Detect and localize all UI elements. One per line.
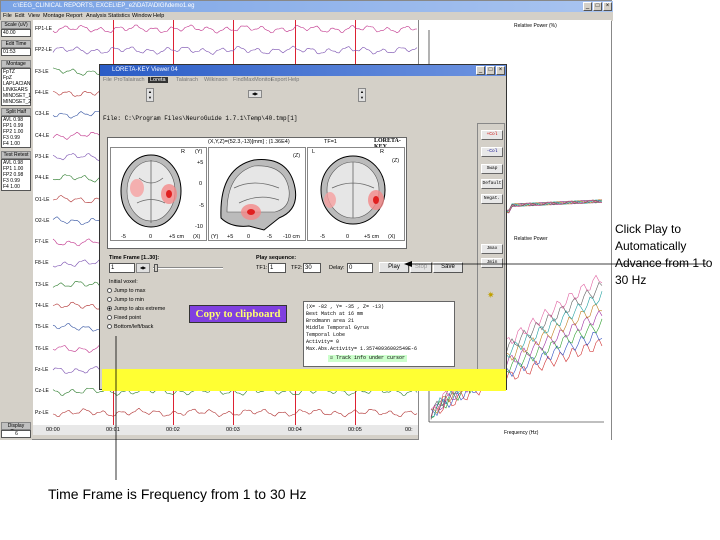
right-callout-arrowhead (404, 261, 412, 267)
annotation-lines (115, 261, 706, 480)
time-frame-annotation: Time Frame is Frequency from 1 to 30 Hz (48, 486, 307, 502)
screenshot: c:\EEG_CLINICAL REPORTS, EXCEL\EP_e2\DAT… (0, 0, 720, 540)
play-annotation: Click Play to Automatically Advance from… (615, 222, 713, 287)
